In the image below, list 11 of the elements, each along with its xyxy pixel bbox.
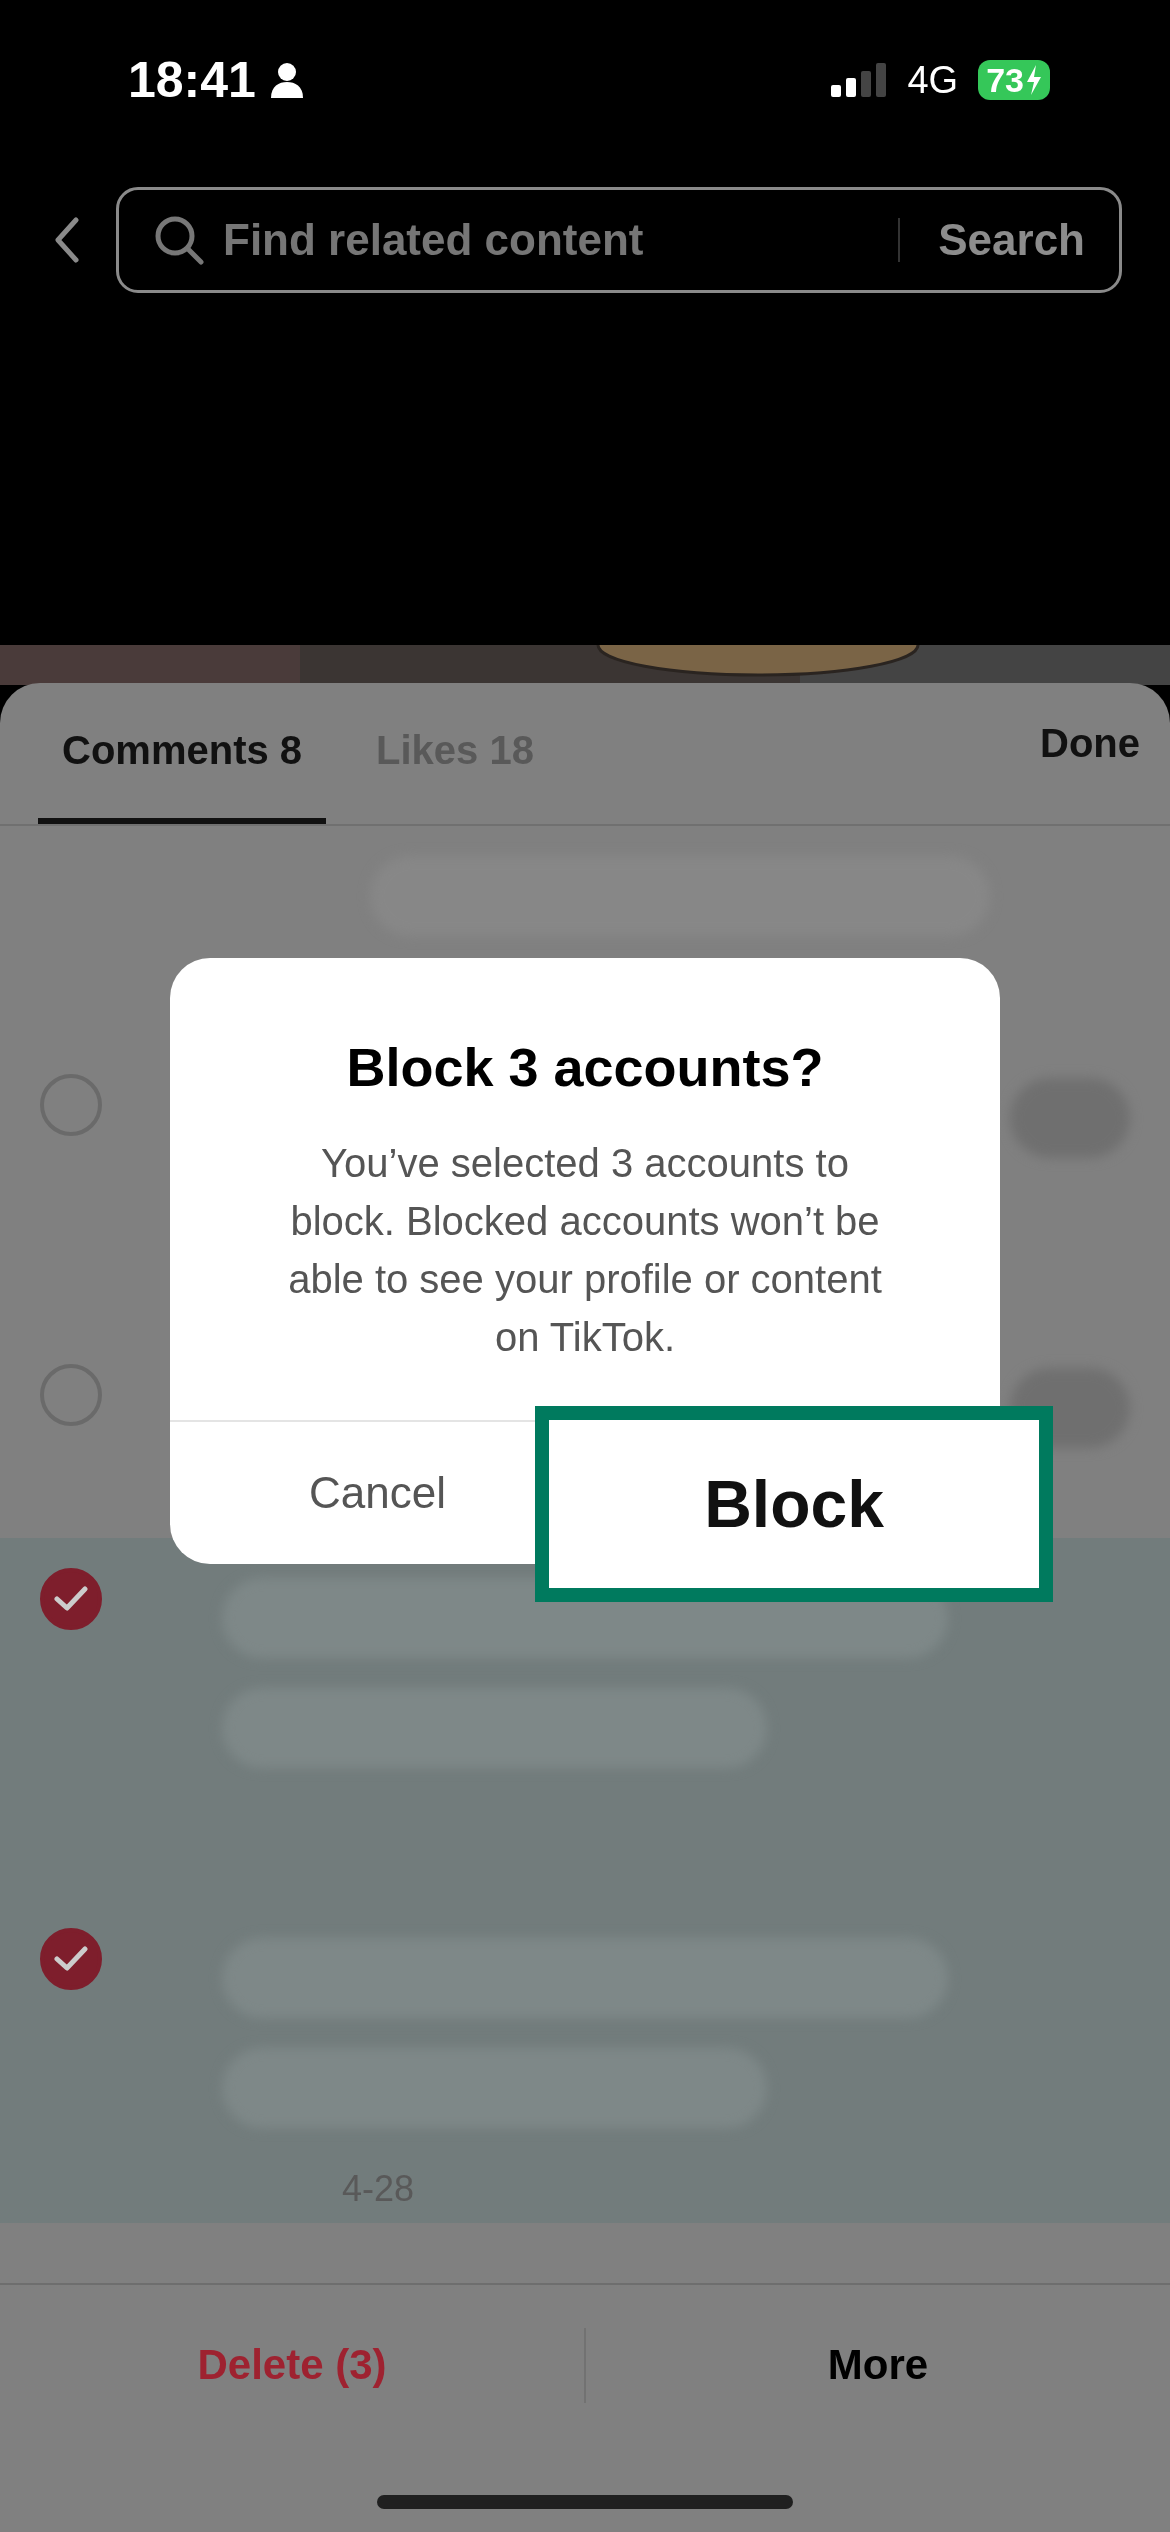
done-button[interactable]: Done — [1040, 683, 1140, 824]
action-button[interactable]: More — [586, 2341, 1170, 2389]
battery-level: 73 — [986, 60, 1024, 100]
status-time: 18:41 — [128, 51, 256, 109]
block-button[interactable]: Block — [535, 1406, 1053, 1602]
dialog-message: You’ve selected 3 accounts to block. Blocked accounts won’t be able to see your profile or content on TikTok. — [287, 1140, 883, 1361]
search-field[interactable]: Find related content Search — [116, 187, 1122, 293]
search-button[interactable]: Search — [916, 215, 1085, 265]
tab[interactable]: Comments 8 — [38, 683, 327, 824]
network-label: 4G — [907, 58, 959, 102]
dialog-title: Block 3 accounts? — [346, 1036, 824, 1098]
